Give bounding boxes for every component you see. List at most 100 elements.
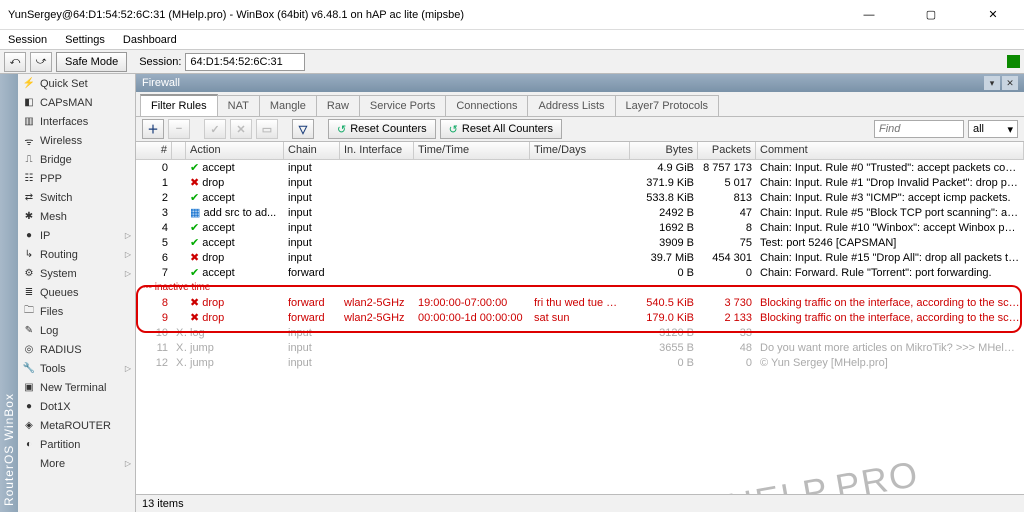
table-row[interactable]: 12X jumpinput0 B0© Yun Sergey [MHelp.pro…: [136, 355, 1024, 370]
menu-settings[interactable]: Settings: [65, 34, 105, 46]
sidebar-item-partition[interactable]: ◐Partition: [18, 435, 135, 454]
sidebar-item-switch[interactable]: ⇄ Switch: [18, 188, 135, 207]
table-row[interactable]: 10X loginput3120 B33: [136, 325, 1024, 340]
switch-icon: ⇄: [22, 191, 36, 205]
table-row[interactable]: 4✔ acceptinput1692 B8Chain: Input. Rule …: [136, 220, 1024, 235]
sidebar-item-new-terminal[interactable]: ▣ New Terminal: [18, 378, 135, 397]
forward-button[interactable]: ⤻: [30, 52, 52, 72]
close-button[interactable]: ✕: [970, 1, 1016, 29]
sidebar-item-label: New Terminal: [40, 382, 106, 394]
panel-min-icon[interactable]: ▾: [984, 76, 1000, 90]
table-row[interactable]: 11X jumpinput3655 B48Do you want more ar…: [136, 340, 1024, 355]
bridge-icon: ⎍: [22, 153, 36, 167]
watermark: MHELP.PRO More MikroTik scripts: [693, 453, 924, 494]
sidebar-item-label: Queues: [40, 287, 79, 299]
table-row[interactable]: 5✔ acceptinput3909 B75Test: port 5246 [C…: [136, 235, 1024, 250]
firewall-toolbar: ＋ − ✓ ✕ ▭ ▽ ↺Reset Counters ↺Reset All C…: [136, 116, 1024, 142]
col-td[interactable]: Time/Days: [530, 142, 630, 159]
term-icon: ▣: [22, 381, 36, 395]
back-button[interactable]: ⤺: [4, 52, 26, 72]
menu-session[interactable]: Session: [8, 34, 47, 46]
col-chain[interactable]: Chain: [284, 142, 340, 159]
sidebar-item-mesh[interactable]: ✱ Mesh: [18, 207, 135, 226]
sidebar-item-system[interactable]: ⚙System▷: [18, 264, 135, 283]
sidebar-item-radius[interactable]: ◎RADIUS: [18, 340, 135, 359]
tab-raw[interactable]: Raw: [316, 95, 360, 116]
sidebar-item-more[interactable]: More▷: [18, 454, 135, 473]
sidebar-item-files[interactable]: 🗀Files: [18, 302, 135, 321]
table-row[interactable]: 2✔ acceptinput533.8 KiB813Chain: Input. …: [136, 190, 1024, 205]
col-iface[interactable]: In. Interface: [340, 142, 414, 159]
panel-close-icon[interactable]: ✕: [1002, 76, 1018, 90]
col-action[interactable]: Action: [186, 142, 284, 159]
find-input[interactable]: [874, 120, 964, 138]
table-row[interactable]: 0✔ acceptinput4.9 GiB8 757 173Chain: Inp…: [136, 160, 1024, 175]
reset-all-counters-button[interactable]: ↺Reset All Counters: [440, 119, 562, 139]
table-row[interactable]: 3▦ add src to ad...input2492 B47Chain: I…: [136, 205, 1024, 220]
enable-button[interactable]: ✓: [204, 119, 226, 139]
tab-filter-rules[interactable]: Filter Rules: [140, 94, 218, 116]
sidebar-item-queues[interactable]: ≣Queues: [18, 283, 135, 302]
remove-button[interactable]: −: [168, 119, 190, 139]
sidebar-item-ip[interactable]: ●IP▷: [18, 226, 135, 245]
tab-layer7-protocols[interactable]: Layer7 Protocols: [615, 95, 720, 116]
sidebar-item-label: Partition: [40, 439, 80, 451]
sidebar-item-label: Mesh: [40, 211, 67, 223]
table-row[interactable]: 7✔ acceptforward0 B0Chain: Forward. Rule…: [136, 265, 1024, 280]
bolt-icon: ⚡: [22, 77, 36, 91]
tab-connections[interactable]: Connections: [445, 95, 528, 116]
table-row[interactable]: 6✖ dropinput39.7 MiB454 301Chain: Input.…: [136, 250, 1024, 265]
sidebar-item-tools[interactable]: 🔧Tools▷: [18, 359, 135, 378]
tab-mangle[interactable]: Mangle: [259, 95, 317, 116]
safe-mode-button[interactable]: Safe Mode: [56, 52, 127, 72]
col-comment[interactable]: Comment: [756, 142, 1024, 159]
sidebar-item-label: Files: [40, 306, 63, 318]
firewall-panel: Firewall ▾ ✕ Filter RulesNATMangleRawSer…: [136, 74, 1024, 512]
sidebar-item-label: Wireless: [40, 135, 82, 147]
session-field[interactable]: 64:D1:54:52:6C:31: [185, 53, 305, 71]
col-packets[interactable]: Packets: [698, 142, 756, 159]
table-row[interactable]: 9✖ dropforwardwlan2-5GHz00:00:00-1d 00:0…: [136, 310, 1024, 325]
titlebar: YunSergey@64:D1:54:52:6C:31 (MHelp.pro) …: [0, 0, 1024, 30]
sidebar-menu: ⚡Quick Set◧CAPsMAN▥InterfacesᯤWireless ⎍ B…: [18, 74, 136, 512]
chevron-right-icon: ▷: [125, 459, 131, 468]
minimize-button[interactable]: ―: [846, 1, 892, 29]
sidebar-item-label: Switch: [40, 192, 72, 204]
tab-nat[interactable]: NAT: [217, 95, 260, 116]
sidebar-item-dot1x[interactable]: ●Dot1X: [18, 397, 135, 416]
add-button[interactable]: ＋: [142, 119, 164, 139]
meta-icon: ◈: [22, 419, 36, 433]
sidebar-item-routing[interactable]: ↳Routing▷: [18, 245, 135, 264]
routing-icon: ↳: [22, 248, 36, 262]
table-row[interactable]: 1✖ dropinput371.9 KiB5 017Chain: Input. …: [136, 175, 1024, 190]
sidebar-item-bridge[interactable]: ⎍ Bridge: [18, 150, 135, 169]
sidebar-item-interfaces[interactable]: ▥Interfaces: [18, 112, 135, 131]
sidebar-item-label: Dot1X: [40, 401, 71, 413]
sidebar-item-quick-set[interactable]: ⚡Quick Set: [18, 74, 135, 93]
sidebar-item-capsman[interactable]: ◧CAPsMAN: [18, 93, 135, 112]
status-indicator: [1007, 55, 1020, 68]
mesh-icon: ✱: [22, 210, 36, 224]
tab-service-ports[interactable]: Service Ports: [359, 95, 446, 116]
comment-button[interactable]: ▭: [256, 119, 278, 139]
filter-button[interactable]: ▽: [292, 119, 314, 139]
col-icon[interactable]: [172, 142, 186, 159]
sidebar-item-ppp[interactable]: ☷PPP: [18, 169, 135, 188]
ip-icon: ●: [22, 229, 36, 243]
col-bytes[interactable]: Bytes: [630, 142, 698, 159]
col-tt[interactable]: Time/Time: [414, 142, 530, 159]
col-num[interactable]: #: [136, 142, 172, 159]
maximize-button[interactable]: ▢: [908, 1, 954, 29]
sidebar-item-wireless[interactable]: ᯤWireless: [18, 131, 135, 150]
reset-counters-button[interactable]: ↺Reset Counters: [328, 119, 436, 139]
sidebar-item-metarouter[interactable]: ◈MetaROUTER: [18, 416, 135, 435]
tab-address-lists[interactable]: Address Lists: [527, 95, 615, 116]
sidebar-item-log[interactable]: ✎Log: [18, 321, 135, 340]
chevron-right-icon: ▷: [125, 231, 131, 240]
menu-dashboard[interactable]: Dashboard: [123, 34, 177, 46]
all-select[interactable]: all▾: [968, 120, 1018, 138]
status-bar: 13 items: [136, 494, 1024, 512]
table-row[interactable]: 8✖ dropforwardwlan2-5GHz19:00:00-07:00:0…: [136, 295, 1024, 310]
sidebar-item-label: Bridge: [40, 154, 72, 166]
disable-button[interactable]: ✕: [230, 119, 252, 139]
